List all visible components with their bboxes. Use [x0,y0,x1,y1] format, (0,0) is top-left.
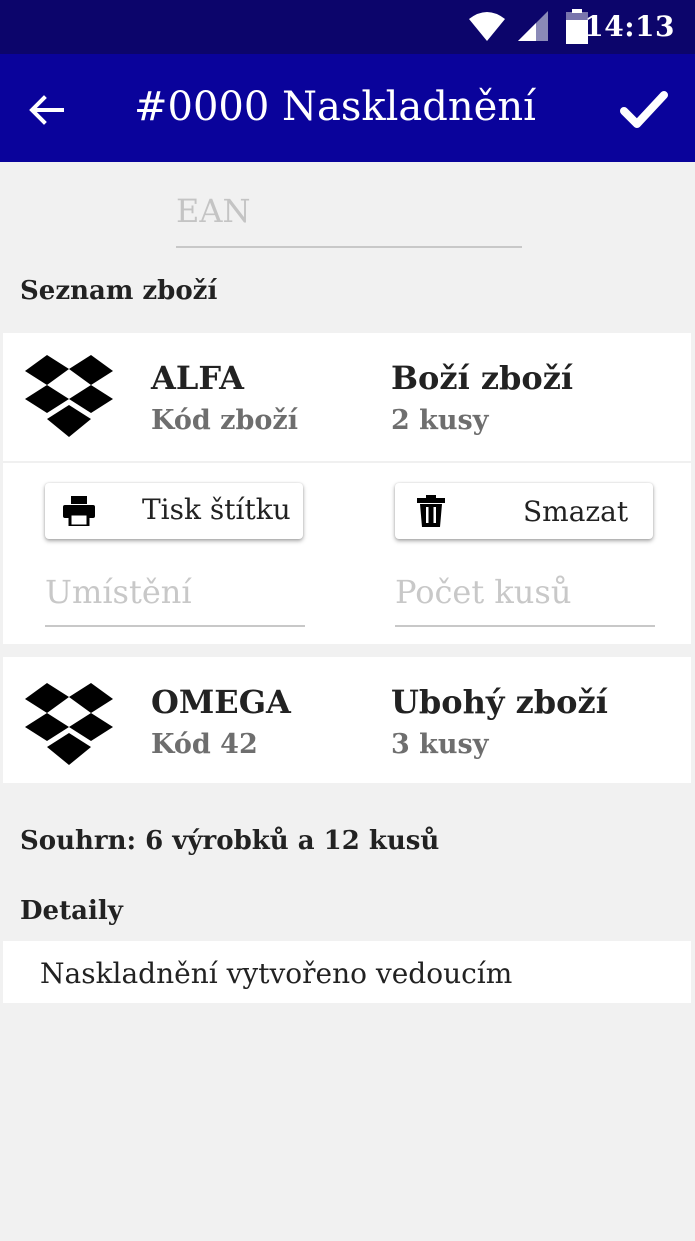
details-text: Naskladnění vytvořeno vedoucím [40,957,513,990]
location-input[interactable]: Umístění [45,569,305,627]
divider [3,461,691,463]
wifi-icon [469,12,505,41]
count-placeholder: Počet kusů [395,573,572,611]
status-time: 14:13 [584,10,675,43]
box-icon [25,355,113,437]
print-label-button[interactable]: Tisk štítku [45,483,303,539]
check-icon[interactable] [620,89,668,129]
product-name: ALFA [151,359,244,397]
ean-input[interactable]: EAN [176,190,522,248]
product-quantity: 2 kusy [391,405,489,436]
details-box: Naskladnění vytvořeno vedoucím [3,941,691,1003]
printer-icon [63,496,95,526]
delete-button[interactable]: Smazat [395,483,653,539]
product-card-omega[interactable]: OMEGA Kód 42 Ubohý zboží 3 kusy [3,657,691,783]
app-bar: #0000 Naskladnění [0,54,695,162]
print-label-text: Tisk štítku [142,493,291,526]
location-placeholder: Umístění [45,573,192,611]
trash-icon [417,495,445,527]
details-label: Detaily [20,896,123,926]
summary-text: Souhrn: 6 výrobků a 12 kusů [20,826,440,856]
signal-icon [518,11,548,41]
product-description: Boží zboží [391,359,574,397]
product-card-alfa[interactable]: ALFA Kód zboží Boží zboží 2 kusy Tisk št… [3,333,691,644]
product-name: OMEGA [151,683,291,721]
product-quantity: 3 kusy [391,729,489,760]
status-bar: 14:13 [0,0,695,54]
product-description: Ubohý zboží [391,683,608,721]
product-list-label: Seznam zboží [20,276,218,306]
back-arrow-icon[interactable] [28,92,64,128]
product-code: Kód 42 [151,729,258,760]
product-row[interactable]: ALFA Kód zboží Boží zboží 2 kusy [3,333,691,461]
page-title: #0000 Naskladnění [134,84,536,130]
product-code: Kód zboží [151,405,298,436]
delete-label-text: Smazat [523,495,629,528]
box-icon [25,683,113,765]
count-input[interactable]: Počet kusů [395,569,655,627]
product-row[interactable]: OMEGA Kód 42 Ubohý zboží 3 kusy [3,657,691,783]
ean-placeholder: EAN [176,192,251,230]
